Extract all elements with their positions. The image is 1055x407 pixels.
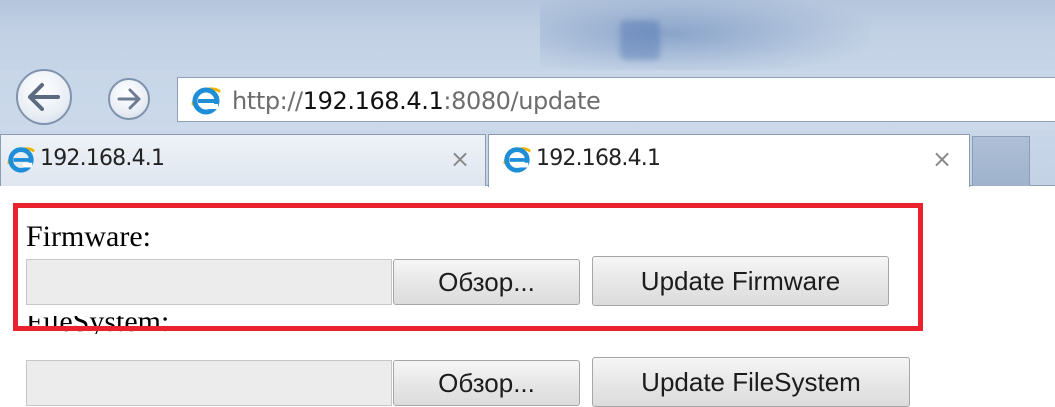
forward-arrow-icon	[117, 88, 141, 110]
filesystem-file-input[interactable]	[26, 360, 392, 406]
tab-title: 192.168.4.1	[536, 146, 661, 171]
address-url[interactable]: http://192.168.4.1:8080/update	[232, 84, 601, 118]
filesystem-browse-button[interactable]: Обзор...	[393, 360, 580, 406]
internet-explorer-icon	[503, 147, 531, 173]
new-tab-button[interactable]	[972, 136, 1030, 186]
tab-title: 192.168.4.1	[40, 146, 165, 171]
forward-button[interactable]	[108, 78, 150, 120]
url-scheme: http://	[232, 87, 303, 115]
url-host: 192.168.4.1	[302, 87, 444, 115]
back-button[interactable]	[16, 69, 72, 125]
background-blur-shape	[620, 20, 660, 60]
close-icon[interactable]: ×	[450, 143, 470, 175]
internet-explorer-icon	[7, 147, 35, 173]
update-filesystem-button[interactable]: Update FileSystem	[592, 357, 910, 407]
close-icon[interactable]: ×	[932, 143, 952, 175]
internet-explorer-icon	[191, 87, 221, 115]
back-arrow-icon	[28, 83, 60, 111]
background-glow	[540, 0, 870, 75]
annotation-highlight-box	[13, 203, 923, 331]
window-titlebar	[0, 0, 1055, 75]
url-path: :8080/update	[443, 87, 601, 115]
